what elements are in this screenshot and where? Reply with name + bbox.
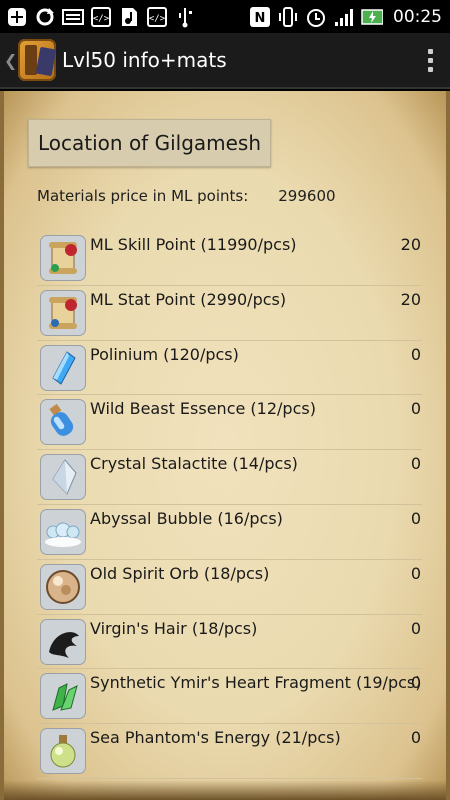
list-item[interactable]: Synthetic Ymir's Heart Fragment (19/pcs)…: [37, 669, 422, 725]
clock-time: 00:25: [393, 6, 442, 27]
materials-list: ML Skill Point (11990/pcs) 20 ML Stat Po…: [37, 231, 422, 779]
list-item[interactable]: Old Spirit Orb (18/pcs) 0: [37, 560, 422, 615]
orb-icon: [40, 563, 86, 610]
svg-text:</>: </>: [93, 14, 110, 24]
vibrate-icon: [277, 6, 299, 28]
location-button[interactable]: Location of Gilgamesh: [28, 119, 272, 167]
potion-bottle-icon: [40, 399, 86, 446]
code-icon: </>: [146, 6, 168, 28]
list-item[interactable]: ML Skill Point (11990/pcs) 20: [37, 231, 422, 286]
list-item[interactable]: Sea Phantom's Energy (21/pcs) 0: [37, 724, 422, 779]
green-crystal-icon: [40, 673, 86, 720]
nfc-icon: N: [249, 6, 271, 28]
up-navigation-button[interactable]: ❮: [0, 32, 57, 88]
usb-icon: [174, 6, 196, 28]
add-icon: [6, 6, 28, 28]
keyboard-icon: [62, 6, 84, 28]
code-icon: </>: [90, 6, 112, 28]
blue-crystal-icon: [40, 344, 86, 391]
flask-icon: [40, 728, 86, 775]
list-item[interactable]: Wild Beast Essence (12/pcs) 0: [37, 395, 422, 451]
book-icon: [18, 39, 57, 81]
list-item[interactable]: Crystal Stalactite (14/pcs) 0: [37, 450, 422, 505]
status-bar: </> </> N 00:25: [0, 0, 450, 33]
hair-icon: [40, 618, 86, 665]
chevron-left-icon: ❮: [4, 50, 18, 70]
sync-icon: [34, 6, 56, 28]
action-bar: ❮ Lvl50 info+mats: [0, 33, 450, 89]
content-panel: Location of Gilgamesh Materials price in…: [0, 91, 450, 800]
page-title: Lvl50 info+mats: [62, 48, 227, 72]
materials-price-label: Materials price in ML points:: [37, 187, 249, 205]
music-icon: [118, 6, 140, 28]
alarm-icon: [305, 6, 327, 28]
clear-crystal-icon: [40, 454, 86, 501]
list-item[interactable]: ML Stat Point (2990/pcs) 20: [37, 286, 422, 341]
list-item[interactable]: Abyssal Bubble (16/pcs) 0: [37, 505, 422, 560]
battery-icon: [361, 6, 383, 28]
svg-text:</>: </>: [149, 14, 166, 24]
materials-price-value: 299600: [278, 187, 336, 205]
list-item[interactable]: Polinium (120/pcs) 0: [37, 341, 422, 396]
signal-icon: [333, 6, 355, 28]
scroll-icon: [40, 289, 86, 336]
bubbles-icon: [40, 508, 86, 555]
scroll-icon: [40, 235, 86, 281]
list-item[interactable]: Virgin's Hair (18/pcs) 0: [37, 615, 422, 670]
svg-text:N: N: [255, 11, 266, 26]
overflow-menu-icon[interactable]: [410, 32, 450, 88]
materials-price-row: Materials price in ML points: 299600: [37, 187, 336, 205]
